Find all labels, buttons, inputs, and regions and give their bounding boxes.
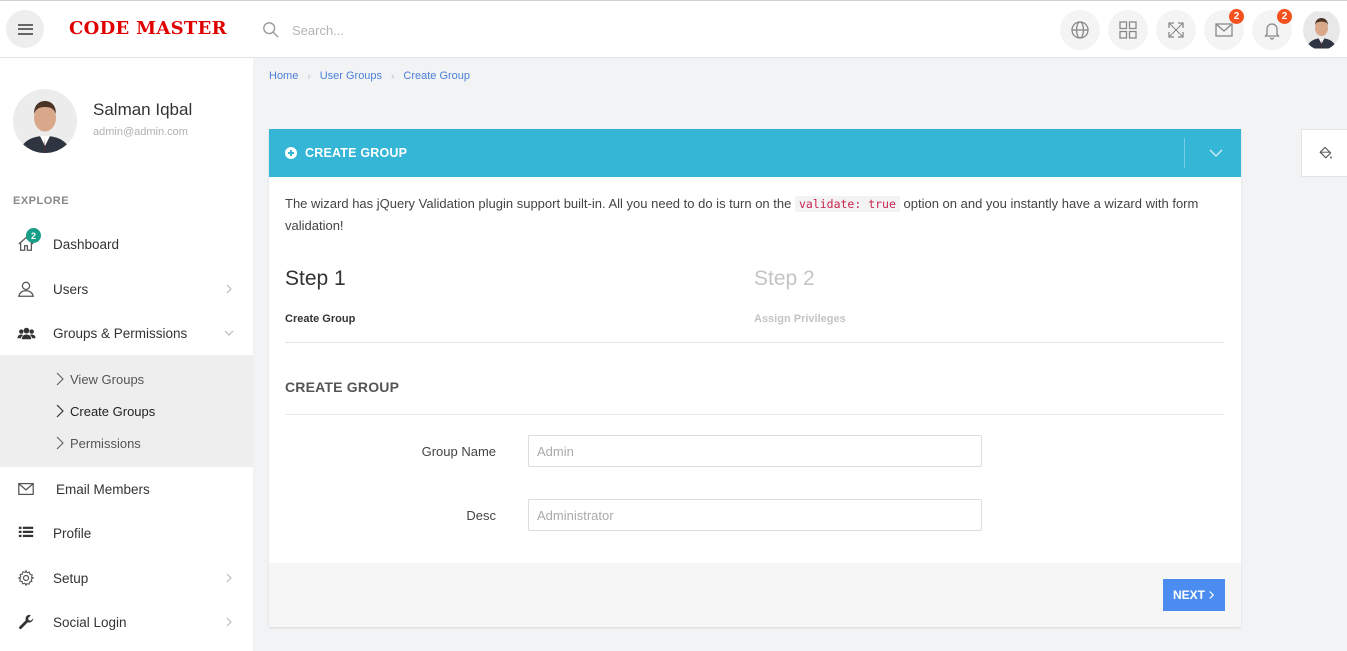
user-icon [16,279,36,299]
breadcrumb-user-groups[interactable]: User Groups [320,70,382,82]
brand-logo[interactable]: CODE MASTER [69,18,227,39]
breadcrumb-separator-icon: › [307,70,311,82]
chevron-right-icon [56,404,64,418]
step-1-title[interactable]: Step 1 [285,267,346,291]
sidebar-item-email-members[interactable]: Email Members [0,467,253,511]
notifications-button[interactable]: 2 [1252,9,1292,50]
section-title: CREATE GROUP [285,379,400,395]
profile-email: admin@admin.com [93,126,188,138]
steps-divider [285,342,1224,343]
submenu-item-label: View Groups [70,371,145,387]
breadcrumb-home[interactable]: Home [269,70,298,82]
bell-icon [1264,23,1280,40]
sidebar-item-label: Email Members [56,481,150,497]
submenu-item-label: Create Groups [70,403,156,419]
messages-count-badge: 2 [1229,9,1244,24]
chevron-right-icon [56,372,64,386]
desc-label: Desc [466,508,496,523]
gear-icon [16,568,36,588]
expand-icon [1168,22,1184,38]
grid-icon [1119,21,1137,39]
sidebar-item-setup[interactable]: Setup [0,556,253,600]
theme-settings-button[interactable] [1301,129,1347,177]
inline-code: validate: true [794,196,900,212]
groups-submenu: View Groups Create Groups Permissions [0,355,253,467]
search-icon [263,22,279,38]
create-group-card: CREATE GROUP The wizard has jQuery Valid… [269,129,1241,627]
sidebar-item-label: Profile [53,525,92,541]
step-2-subtitle: Assign Privileges [754,313,846,325]
chevron-right-icon [226,617,232,627]
search-bar [262,19,562,41]
apps-button[interactable] [1108,10,1148,50]
sidebar-item-label: Users [53,281,89,297]
wrench-icon [16,612,36,632]
sidebar-item-social-login[interactable]: Social Login [0,600,253,644]
group-name-label: Group Name [421,444,496,459]
envelope-icon [16,479,36,499]
plus-circle-icon [285,147,297,159]
submenu-item-view-groups[interactable]: View Groups [55,369,144,389]
chevron-right-icon [56,436,64,450]
chevron-right-icon [226,284,232,294]
menu-toggle-button[interactable] [6,10,44,48]
sidebar: Salman Iqbal admin@admin.com EXPLORE Das… [0,58,253,651]
dashboard-badge: 2 [26,228,41,243]
sidebar-item-users[interactable]: Users [0,267,253,311]
card-title: CREATE GROUP [305,146,408,160]
users-icon [16,323,36,343]
notifications-count-badge: 2 [1277,9,1292,24]
sidebar-item-label: Setup [53,570,89,586]
list-icon [16,523,36,543]
top-header: CODE MASTER 2 2 [0,0,1347,58]
card-footer: NEXT [269,563,1241,627]
wizard-intro-text: The wizard has jQuery Validation plugin … [285,196,1199,233]
messages-button[interactable]: 2 [1204,9,1244,50]
sidebar-item-profile[interactable]: Profile [0,511,253,555]
sidebar-item-label: Groups & Permissions [53,325,188,341]
section-divider [285,414,1224,415]
header-divider [1184,138,1185,168]
profile-avatar[interactable] [13,89,77,153]
breadcrumb-create-group[interactable]: Create Group [403,70,470,82]
group-name-input[interactable] [528,435,982,467]
step-1-subtitle: Create Group [285,313,356,325]
chevron-down-icon [224,330,234,336]
globe-icon [1071,21,1089,39]
submenu-item-create-groups[interactable]: Create Groups [55,401,155,421]
sidebar-item-label: Dashboard [53,236,120,252]
chevron-right-icon [1209,591,1215,599]
fullscreen-button[interactable] [1156,10,1196,50]
hamburger-icon [17,23,33,35]
paint-bucket-icon [1318,146,1332,159]
chevron-right-icon [226,573,232,583]
envelope-icon [1215,23,1233,37]
desc-input[interactable] [528,499,982,531]
profile-name: Salman Iqbal [93,100,193,119]
sidebar-item-label: Social Login [53,614,127,630]
language-button[interactable] [1060,10,1100,50]
submenu-item-permissions[interactable]: Permissions [55,433,141,453]
breadcrumb: Home › User Groups › Create Group [269,70,470,82]
sidebar-item-groups-permissions[interactable]: Groups & Permissions [0,311,253,355]
chevron-down-icon[interactable] [1208,146,1224,160]
sidebar-section-label: EXPLORE [13,195,70,207]
step-2-title[interactable]: Step 2 [754,267,815,291]
breadcrumb-separator-icon: › [391,70,395,82]
card-header: CREATE GROUP [269,129,1241,177]
submenu-item-label: Permissions [70,435,141,451]
user-avatar[interactable] [1303,10,1340,50]
search-input[interactable] [292,22,532,38]
next-button[interactable]: NEXT [1163,579,1225,611]
